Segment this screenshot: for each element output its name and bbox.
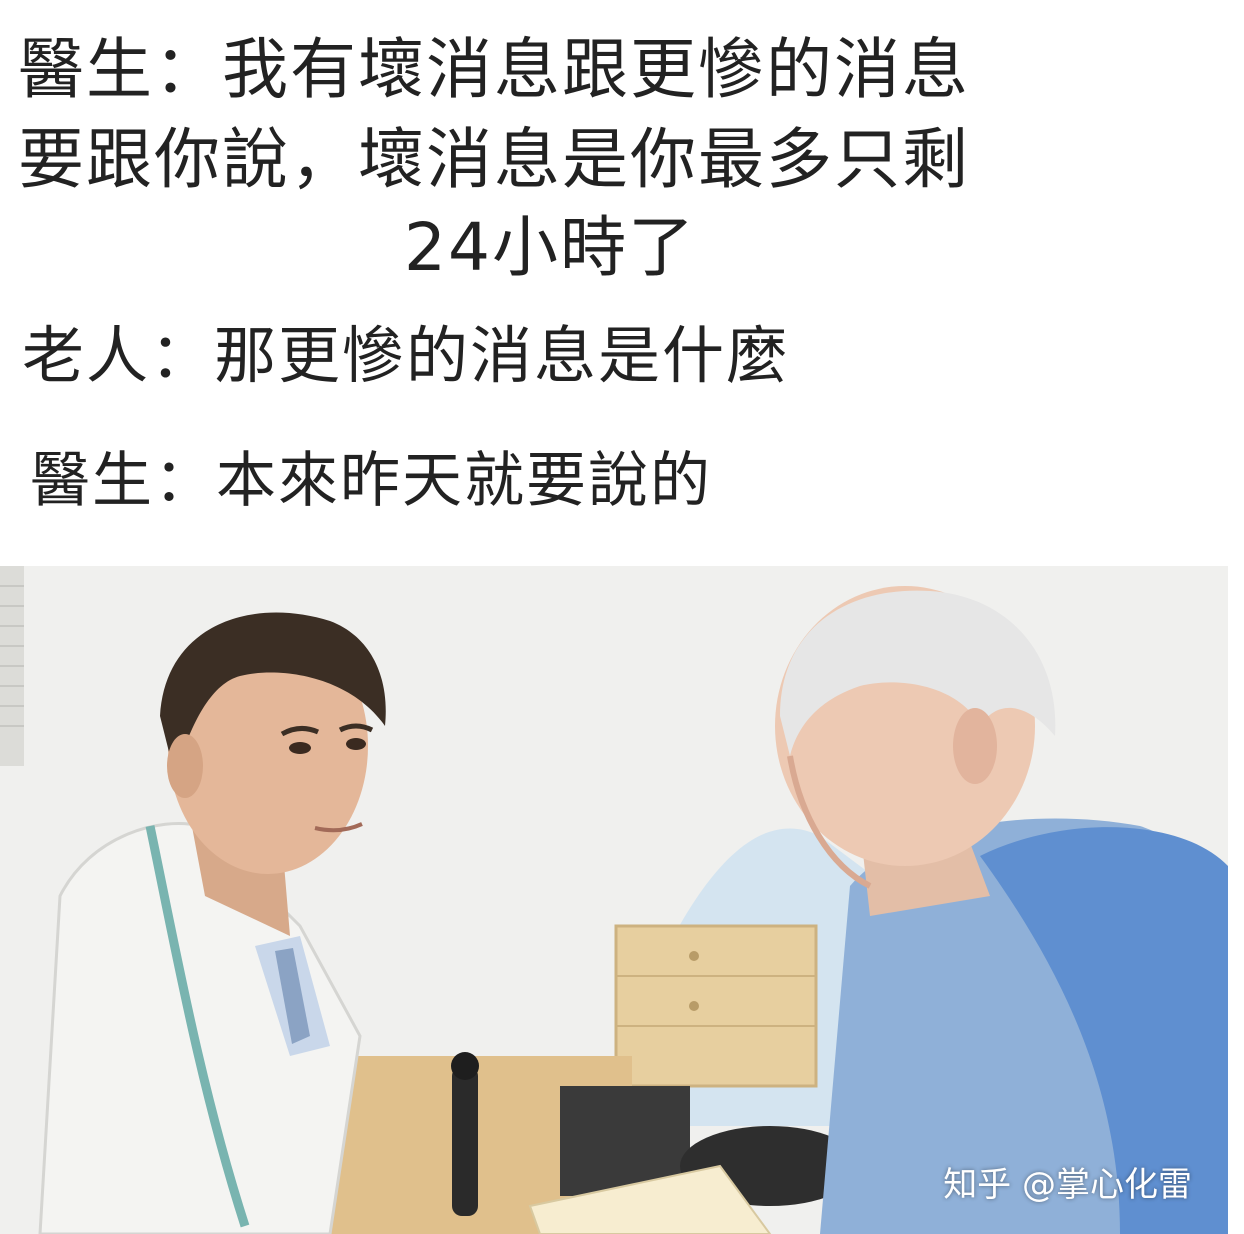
caption-line-old-man: 老人：那更慘的消息是什麼 — [22, 319, 791, 392]
caption-line-doctor-3: 24小時了 — [404, 209, 696, 286]
caption-line-doctor-1: 醫生：我有壞消息跟更慘的消息 — [18, 31, 970, 108]
zhihu-watermark: 知乎 @掌心化雷 — [943, 1165, 1192, 1205]
meme-caption: 醫生：我有壞消息跟更慘的消息 要跟你說，壞消息是你最多只剩 24小時了 老人：那… — [0, 0, 1244, 560]
photo-illustration — [0, 566, 1228, 1234]
doctor-patient-photo: 知乎 @掌心化雷 — [0, 566, 1228, 1234]
caption-line-doctor-2: 要跟你說，壞消息是你最多只剩 — [18, 121, 970, 198]
caption-line-doctor-punchline: 醫生：本來昨天就要說的 — [30, 446, 712, 516]
